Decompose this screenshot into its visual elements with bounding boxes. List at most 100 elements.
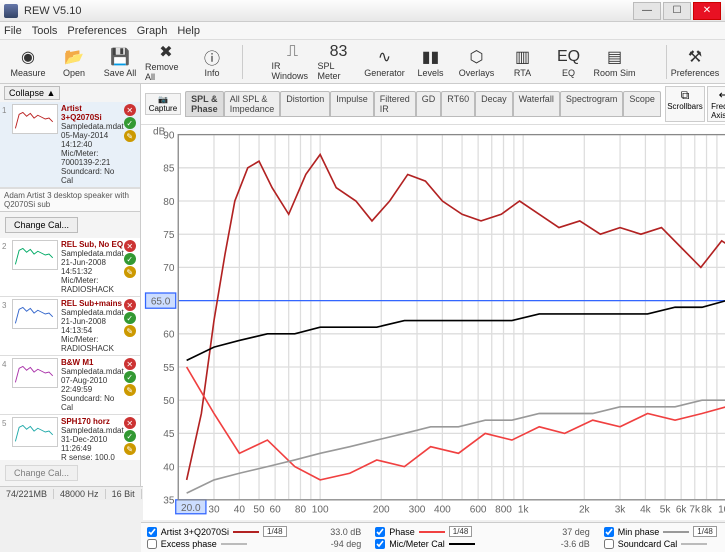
remove-icon[interactable]: ✕: [124, 299, 136, 311]
maximize-button[interactable]: ☐: [663, 2, 691, 20]
measurement-item[interactable]: 3REL Sub+mainsSampledata.mdat21-Jun-2008…: [0, 297, 140, 356]
overlays-button[interactable]: ⬡Overlays: [455, 42, 499, 82]
tab-decay[interactable]: Decay: [475, 91, 513, 117]
tab-all-spl-impedance[interactable]: All SPL & Impedance: [224, 91, 281, 117]
measurement-item[interactable]: 4B&W M1Sampledata.mdat07-Aug-2010 22:49:…: [0, 356, 140, 415]
change-cal-button-bottom[interactable]: Change Cal...: [5, 465, 78, 481]
svg-text:40: 40: [233, 504, 245, 515]
legend-row: Min phase1/48131 deg: [604, 526, 725, 537]
levels-button[interactable]: ▮▮Levels: [409, 42, 453, 82]
menu-graph[interactable]: Graph: [137, 25, 168, 37]
check-icon[interactable]: ✓: [124, 371, 136, 383]
tab-distortion[interactable]: Distortion: [280, 91, 330, 117]
remove-icon[interactable]: ✕: [124, 358, 136, 370]
remove-icon[interactable]: ✕: [124, 240, 136, 252]
menubar: File Tools Preferences Graph Help: [0, 22, 725, 40]
gen-button[interactable]: ∿Generator: [363, 42, 407, 82]
legend-label: Min phase: [618, 527, 660, 537]
menu-help[interactable]: Help: [177, 25, 200, 37]
svg-text:3k: 3k: [614, 504, 626, 515]
edit-icon[interactable]: ✎: [124, 266, 136, 278]
measurement-list[interactable]: 1Artist 3+Q2070SiSampledata.mdat05-May-2…: [0, 102, 140, 460]
check-icon[interactable]: ✓: [124, 312, 136, 324]
remove-icon[interactable]: ✕: [124, 104, 136, 116]
tab-gd[interactable]: GD: [416, 91, 442, 117]
levels-icon: ▮▮: [420, 46, 442, 68]
tab-waterfall[interactable]: Waterfall: [513, 91, 560, 117]
roomsim-button[interactable]: ▤Room Sim: [593, 42, 637, 82]
svg-text:400: 400: [434, 504, 451, 515]
legend-smoothing[interactable]: 1/48: [693, 526, 717, 537]
saveall-button[interactable]: 💾Save All: [98, 42, 142, 82]
prefs-button[interactable]: ⚒Preferences: [673, 42, 717, 82]
tab-spl-phase[interactable]: SPL & Phase: [185, 91, 224, 117]
legend-smoothing[interactable]: 1/48: [263, 526, 287, 537]
eq-button[interactable]: EQEQ: [547, 42, 591, 82]
remove-icon[interactable]: ✕: [124, 417, 136, 429]
edit-icon[interactable]: ✎: [124, 325, 136, 337]
legend-value: 37 deg: [562, 527, 590, 537]
legend-row: Mic/Meter Cal-3.6 dB: [375, 539, 590, 549]
removeall-button[interactable]: ✖Remove All: [144, 42, 188, 82]
measurement-item[interactable]: 1Artist 3+Q2070SiSampledata.mdat05-May-2…: [0, 102, 140, 188]
measure-icon: ◉: [17, 46, 39, 68]
svg-text:5k: 5k: [659, 504, 671, 515]
tab-spectrogram[interactable]: Spectrogram: [560, 91, 624, 117]
menu-tools[interactable]: Tools: [32, 25, 58, 37]
capture-button[interactable]: 📷Capture: [145, 93, 181, 115]
change-cal-button[interactable]: Change Cal...: [5, 217, 78, 233]
edit-icon[interactable]: ✎: [124, 443, 136, 455]
main-area: Collapse ▲ 1Artist 3+Q2070SiSampledata.m…: [0, 84, 725, 486]
minimize-button[interactable]: —: [633, 2, 661, 20]
measure-button[interactable]: ◉Measure: [6, 42, 50, 82]
svg-text:30: 30: [208, 504, 220, 515]
measurement-item[interactable]: 5SPH170 horzSampledata.mdat31-Dec-2010 1…: [0, 415, 140, 460]
legend-label: Mic/Meter Cal: [389, 539, 445, 549]
tab-impulse[interactable]: Impulse: [330, 91, 374, 117]
check-icon[interactable]: ✓: [124, 117, 136, 129]
svg-text:40: 40: [163, 462, 175, 473]
open-button[interactable]: 📂Open: [52, 42, 96, 82]
measurement-thumb: [12, 417, 58, 447]
legend-checkbox[interactable]: [147, 527, 157, 537]
eq-icon: EQ: [558, 46, 580, 68]
prefs-icon: ⚒: [684, 46, 706, 68]
tab-filtered-ir[interactable]: Filtered IR: [374, 91, 416, 117]
tab-scope[interactable]: Scope: [623, 91, 661, 117]
splm-button[interactable]: 83SPL Meter: [317, 42, 361, 82]
svg-text:20.0: 20.0: [181, 503, 201, 514]
plot-canvas[interactable]: 354045505560657075808590-180-90090180270…: [143, 127, 725, 520]
svg-text:80: 80: [295, 504, 307, 515]
legend-checkbox[interactable]: [604, 527, 614, 537]
svg-text:200: 200: [373, 504, 390, 515]
edit-icon[interactable]: ✎: [124, 130, 136, 142]
info-button[interactable]: ⓘInfo: [190, 42, 234, 82]
close-button[interactable]: ✕: [693, 2, 721, 20]
legend-smoothing[interactable]: 1/48: [449, 526, 473, 537]
edit-icon[interactable]: ✎: [124, 384, 136, 396]
rta-button[interactable]: ▥RTA: [501, 42, 545, 82]
measurement-item[interactable]: 2REL Sub, No EQSampledata.mdat21-Jun-200…: [0, 238, 140, 297]
legend-checkbox[interactable]: [375, 527, 385, 537]
legend-checkbox[interactable]: [375, 539, 385, 549]
scrollbars-button[interactable]: ⧉Scrollbars: [665, 86, 705, 122]
status-cell: 16 Bit: [106, 489, 142, 499]
legend-swatch: [663, 531, 689, 533]
check-icon[interactable]: ✓: [124, 253, 136, 265]
legend-checkbox[interactable]: [147, 539, 157, 549]
collapse-button[interactable]: Collapse ▲: [4, 86, 60, 100]
menu-preferences[interactable]: Preferences: [67, 25, 126, 37]
irwin-button[interactable]: ⎍IR Windows: [271, 42, 315, 82]
freqaxis-button[interactable]: ⟷Freq. Axis: [707, 86, 725, 122]
menu-file[interactable]: File: [4, 25, 22, 37]
check-icon[interactable]: ✓: [124, 430, 136, 442]
svg-text:85: 85: [163, 164, 175, 175]
svg-text:dB: dB: [153, 127, 166, 138]
splm-icon: 83: [328, 43, 350, 61]
status-cell: 74/221MB: [0, 489, 54, 499]
gen-icon: ∿: [374, 46, 396, 68]
legend-checkbox[interactable]: [604, 539, 614, 549]
info-icon: ⓘ: [201, 46, 223, 68]
tab-rt-[interactable]: RT60: [441, 91, 475, 117]
svg-text:2k: 2k: [579, 504, 591, 515]
